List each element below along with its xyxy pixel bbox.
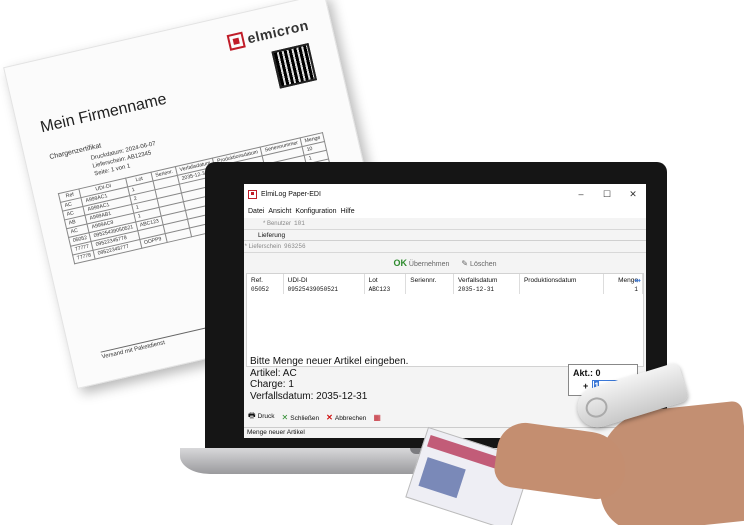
app-logo-icon — [248, 189, 257, 199]
schliessen-label: Schließen — [290, 414, 320, 422]
qr-code-icon — [271, 43, 318, 89]
table-row[interactable]: 05052 09525439050521 ABC123 2035-12-31 1 — [247, 285, 644, 294]
logo-icon — [226, 31, 246, 51]
loeschen-label: Löschen — [470, 260, 497, 268]
barcode-button[interactable]: ▦ — [373, 413, 383, 422]
druck-button[interactable]: 🖶 Druck — [248, 410, 275, 424]
prompt-line: Bitte Menge neuer Artikel eingeben. — [250, 356, 409, 367]
lieferschein-value[interactable]: 963256 — [284, 243, 306, 250]
benutzer-field[interactable]: * Benutzer 101 — [244, 218, 646, 230]
abbrechen-button[interactable]: ✕ Abbrechen — [326, 413, 366, 422]
column-header[interactable]: Seriennr. — [405, 274, 455, 285]
akt-value: 0 — [595, 368, 601, 378]
items-table[interactable]: Ref. UDI-DI Lot Seriennr. Verfallsdatum … — [246, 273, 644, 367]
window-controls: – ☐ ✕ — [568, 189, 646, 200]
minimize-button[interactable]: – — [568, 189, 594, 200]
bottom-toolbar: 🖶 Druck ✕ Schließen ✕ Abbrechen ▦ — [248, 410, 383, 424]
column-header[interactable]: UDI-DI — [283, 274, 365, 285]
cell — [405, 285, 455, 294]
uebernehmen-button[interactable]: OK Übernehmen — [393, 258, 449, 268]
cell: ABC123 — [364, 285, 407, 294]
prompt-line: Artikel: AC — [250, 367, 297, 379]
logo-text: elmicron — [245, 16, 311, 47]
menu-konfiguration[interactable]: Konfiguration — [293, 208, 338, 215]
scene: elmicron Mein Firmenname Chargenzertifik… — [0, 0, 744, 525]
box-label — [418, 457, 466, 499]
abbrechen-label: Abbrechen — [334, 414, 367, 422]
schliessen-button[interactable]: ✕ Schließen — [282, 413, 320, 422]
current-quantity: Akt.: 0 — [573, 368, 601, 378]
table-header-row: Ref. UDI-DI Lot Seriennr. Verfallsdatum … — [247, 274, 644, 285]
scan-prompt: Bitte Menge neuer Artikel eingeben. Arti… — [250, 356, 408, 402]
action-bar: OK Übernehmen ✎ Löschen — [244, 253, 646, 273]
column-header[interactable]: Ref. — [247, 274, 284, 285]
akt-label: Akt.: — [573, 368, 593, 378]
benutzer-label: * Benutzer — [262, 220, 291, 227]
column-chooser-icon[interactable]: ⇹ — [634, 276, 641, 285]
maximize-button[interactable]: ☐ — [594, 189, 620, 200]
printer-icon: 🖶 — [248, 411, 256, 420]
druck-label: Druck — [257, 413, 275, 420]
menu-datei[interactable]: Datei — [246, 208, 266, 215]
lieferung-section: Lieferung — [244, 230, 646, 241]
menu-hilfe[interactable]: Hilfe — [339, 208, 357, 215]
cell: 09525439050521 — [283, 285, 365, 294]
benutzer-value[interactable]: 101 — [294, 220, 305, 227]
column-header[interactable]: Verfallsdatum — [453, 274, 520, 285]
company-name: Mein Firmenname — [38, 90, 169, 137]
prompt-line: Verfallsdatum: 2035-12-31 — [250, 390, 368, 402]
eraser-icon: ✎ — [461, 258, 469, 268]
close-x-green-icon: ✕ — [281, 412, 289, 422]
cancel-x-red-icon: ✕ — [326, 412, 333, 422]
barcode-icon: ▦ — [373, 412, 381, 422]
prompt-line: Charge: 1 — [250, 379, 294, 390]
ok-check-icon: OK — [393, 258, 407, 268]
loeschen-button[interactable]: ✎ Löschen — [461, 259, 496, 268]
scanner-window — [583, 394, 611, 421]
menu-bar: Datei Ansicht Konfiguration Hilfe — [244, 204, 646, 218]
column-header[interactable]: Lot — [364, 274, 407, 285]
uebernehmen-label: Übernehmen — [408, 261, 450, 268]
menu-ansicht[interactable]: Ansicht — [266, 208, 293, 215]
close-button[interactable]: ✕ — [620, 189, 646, 200]
lieferschein-field[interactable]: * Lieferschein 963256 — [244, 241, 646, 253]
column-header[interactable]: Produktionsdatum — [519, 274, 604, 285]
cell: 1 — [603, 285, 644, 294]
window-title: ElmiLog Paper-EDI — [261, 190, 321, 198]
cell: 2035-12-31 — [453, 285, 520, 294]
cell — [519, 285, 604, 294]
cell: 05052 — [247, 285, 284, 294]
lieferschein-label: * Lieferschein — [244, 243, 281, 250]
shipping-note: Versand mit Paketdienst — [100, 324, 220, 361]
title-bar[interactable]: ElmiLog Paper-EDI – ☐ ✕ — [244, 184, 646, 204]
